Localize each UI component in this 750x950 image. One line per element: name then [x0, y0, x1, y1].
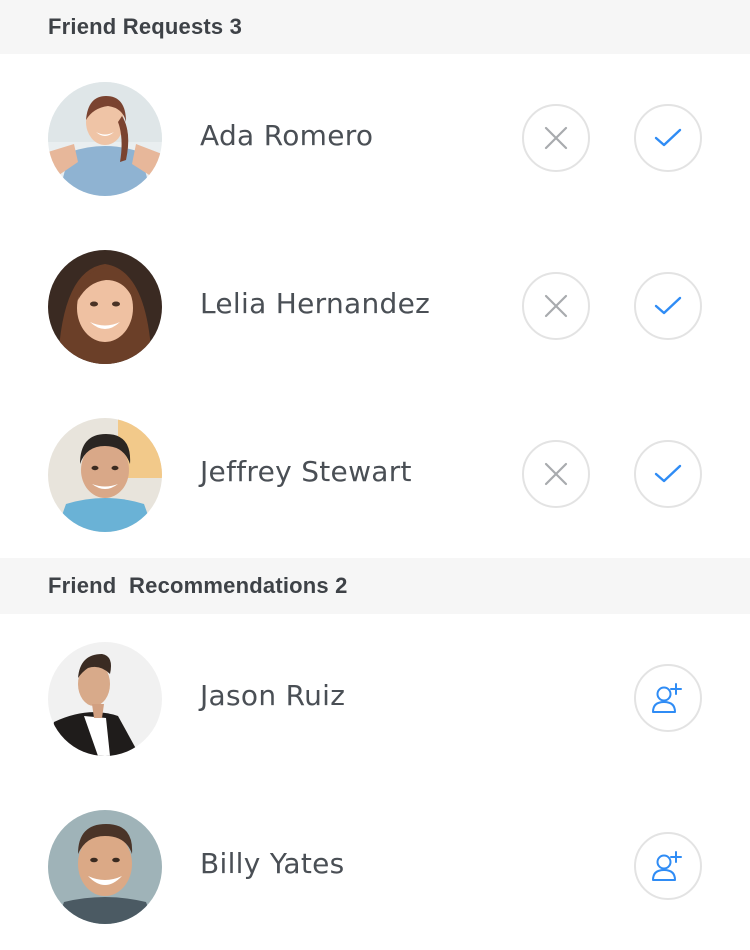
- friend-name: Jeffrey Stewart: [200, 455, 412, 488]
- decline-button[interactable]: [522, 272, 590, 340]
- check-icon: [654, 128, 682, 147]
- close-icon: [544, 294, 568, 318]
- decline-button[interactable]: [522, 440, 590, 508]
- add-user-icon: [652, 851, 682, 881]
- friend-recommendations-header: Friend Recommendations 2: [0, 558, 750, 614]
- friend-name: Billy Yates: [200, 847, 345, 880]
- decline-button[interactable]: [522, 104, 590, 172]
- friend-request-item: Jeffrey Stewart: [0, 390, 750, 558]
- add-friend-button[interactable]: [634, 832, 702, 900]
- avatar[interactable]: [48, 642, 162, 756]
- avatar[interactable]: [48, 418, 162, 532]
- friend-name: Jason Ruiz: [200, 679, 346, 712]
- friend-request-item: Lelia Hernandez: [0, 222, 750, 390]
- accept-button[interactable]: [634, 272, 702, 340]
- friend-recommendation-item: Billy Yates: [0, 782, 750, 950]
- friend-request-item: Ada Romero: [0, 54, 750, 222]
- friend-recommendation-item: Jason Ruiz: [0, 614, 750, 782]
- friend-recommendations-list: Jason Ruiz Billy Yates: [0, 614, 750, 950]
- friend-requests-list: Ada Romero Lelia Hernandez Jeffrey Stewa…: [0, 54, 750, 558]
- friend-requests-title: Friend Requests 3: [48, 14, 243, 39]
- avatar[interactable]: [48, 82, 162, 196]
- accept-button[interactable]: [634, 104, 702, 172]
- add-user-icon: [652, 683, 682, 713]
- friend-recommendations-title: Friend Recommendations 2: [48, 573, 348, 598]
- close-icon: [544, 126, 568, 150]
- avatar[interactable]: [48, 250, 162, 364]
- close-icon: [544, 462, 568, 486]
- friend-requests-header: Friend Requests 3: [0, 0, 750, 54]
- check-icon: [654, 464, 682, 483]
- friend-name: Lelia Hernandez: [200, 287, 431, 320]
- check-icon: [654, 296, 682, 315]
- avatar[interactable]: [48, 810, 162, 924]
- accept-button[interactable]: [634, 440, 702, 508]
- friend-name: Ada Romero: [200, 119, 374, 152]
- add-friend-button[interactable]: [634, 664, 702, 732]
